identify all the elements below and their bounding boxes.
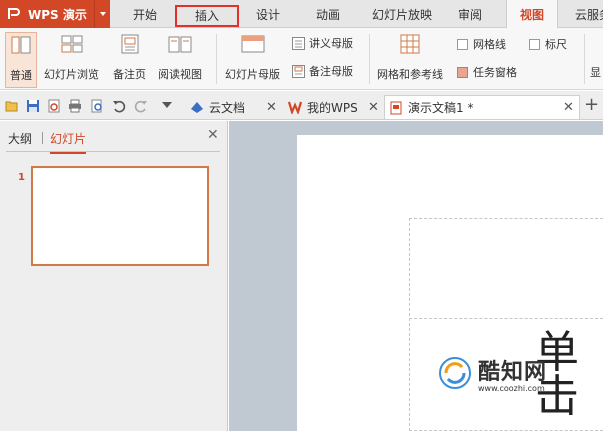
quick-access-toolbar: 云文档 ✕ 我的WPS ✕ 演示文稿1 * ✕ + (0, 91, 603, 120)
ruler-label: 标尺 (545, 38, 567, 51)
doc-tab-label: 演示文稿1 * (408, 101, 474, 115)
display-label: 显 (590, 66, 601, 79)
ribbon-divider (369, 34, 370, 84)
tab-insert[interactable]: 插入 (175, 5, 239, 27)
handout-master-icon (292, 36, 305, 50)
open-folder-icon[interactable] (5, 99, 19, 113)
presentation-file-icon (390, 101, 402, 114)
slide-master-label: 幻灯片母版 (225, 68, 280, 81)
slide-number: 1 (18, 172, 25, 183)
reading-view-button[interactable]: 阅读视图 (158, 32, 202, 82)
task-pane-checkbox[interactable]: 任务窗格 (457, 64, 517, 80)
panel-tabs: 大纲 幻灯片 ✕ (0, 121, 228, 154)
task-pane-check-icon (457, 66, 468, 78)
customize-dropdown-icon[interactable] (162, 102, 172, 110)
wps-w-icon (288, 101, 302, 114)
notes-master-icon (292, 64, 305, 78)
cloud-doc-icon (191, 102, 203, 113)
gridlines-check-icon (457, 38, 468, 50)
grid-icon (397, 32, 423, 56)
slide-master-icon (240, 32, 266, 56)
slide-thumbnail[interactable] (31, 166, 209, 266)
watermark: 酷知网 www.coozhi.com (438, 352, 598, 402)
tab-slides[interactable]: 幻灯片 (50, 130, 87, 154)
slide-browse-label: 幻灯片浏览 (44, 68, 99, 81)
tab-cloud[interactable]: 云服务 (568, 0, 603, 28)
close-icon[interactable]: ✕ (266, 100, 277, 115)
doc-tab-cloud[interactable]: 云文档 ✕ (186, 95, 282, 119)
handout-master-button[interactable]: 讲义母版 (292, 35, 353, 51)
print-preview-icon[interactable] (90, 99, 104, 113)
reading-view-label: 阅读视图 (158, 68, 202, 81)
ribbon: 普通 幻灯片浏览 备注页 阅读视图 幻灯片母版 讲义母版 备注母版 网格和参考线… (0, 28, 603, 90)
app-title: WPS 演示 (28, 7, 87, 22)
notes-page-button[interactable]: 备注页 (113, 32, 146, 82)
tab-outline[interactable]: 大纲 (8, 130, 32, 147)
close-icon[interactable]: ✕ (368, 100, 379, 115)
slides-panel: 大纲 幻灯片 ✕ 1 (0, 121, 228, 431)
notes-master-button[interactable]: 备注母版 (292, 63, 353, 79)
tab-design[interactable]: 设计 (246, 0, 290, 28)
tab-animation[interactable]: 动画 (306, 0, 350, 28)
notes-page-label: 备注页 (113, 68, 146, 81)
tab-view[interactable]: 视图 (506, 0, 558, 29)
doc-tab-label: 云文档 (209, 100, 246, 115)
placeholder-border (409, 318, 603, 319)
tab-review[interactable]: 审阅 (450, 0, 490, 28)
gridlines-label: 网格线 (473, 38, 506, 51)
slide-master-button[interactable]: 幻灯片母版 (225, 32, 280, 82)
tab-divider (42, 132, 43, 144)
notes-page-icon (117, 32, 143, 56)
grid-guides-label: 网格和参考线 (377, 68, 443, 81)
doc-tab-presentation[interactable]: 演示文稿1 * ✕ (384, 95, 580, 119)
save-icon[interactable] (26, 99, 40, 113)
export-pdf-icon[interactable] (47, 99, 61, 113)
ribbon-divider (584, 34, 585, 84)
normal-view-button[interactable]: 普通 (5, 32, 37, 88)
watermark-url: www.coozhi.com (478, 384, 545, 393)
print-icon[interactable] (68, 99, 82, 113)
grid-guides-button[interactable]: 网格和参考线 (377, 32, 443, 82)
app-menu-button[interactable]: WPS 演示 (0, 0, 110, 28)
redo-icon[interactable] (134, 99, 148, 113)
ruler-checkbox[interactable]: 标尺 (529, 36, 567, 52)
doc-tab-label: 我的WPS (307, 100, 358, 115)
coozhi-logo-icon (439, 357, 471, 389)
panel-divider (6, 151, 220, 152)
normal-view-label: 普通 (10, 69, 32, 82)
new-tab-icon[interactable]: + (584, 95, 599, 115)
watermark-name: 酷知网 (478, 360, 548, 385)
handout-master-label: 讲义母版 (309, 37, 353, 50)
close-icon[interactable]: ✕ (207, 127, 219, 143)
tab-slideshow[interactable]: 幻灯片放映 (364, 0, 440, 28)
task-pane-label: 任务窗格 (473, 66, 517, 79)
display-button[interactable]: 显 (590, 64, 601, 80)
doc-tab-mywps[interactable]: 我的WPS ✕ (284, 95, 382, 119)
slide-browse-icon (59, 32, 85, 56)
normal-view-icon (8, 33, 34, 57)
tab-home[interactable]: 开始 (120, 0, 170, 28)
notes-master-label: 备注母版 (309, 65, 353, 78)
ruler-check-icon (529, 38, 540, 50)
reading-view-icon (167, 32, 193, 56)
gridlines-checkbox[interactable]: 网格线 (457, 36, 506, 52)
ribbon-divider (216, 34, 217, 84)
app-dropdown-icon[interactable] (94, 0, 110, 28)
close-icon[interactable]: ✕ (563, 100, 574, 115)
menu-bar: WPS 演示 开始 插入 设计 动画 幻灯片放映 审阅 视图 云服务 (0, 0, 603, 29)
slide-browse-button[interactable]: 幻灯片浏览 (44, 32, 99, 82)
undo-icon[interactable] (112, 99, 126, 113)
wps-logo-icon (0, 0, 28, 28)
